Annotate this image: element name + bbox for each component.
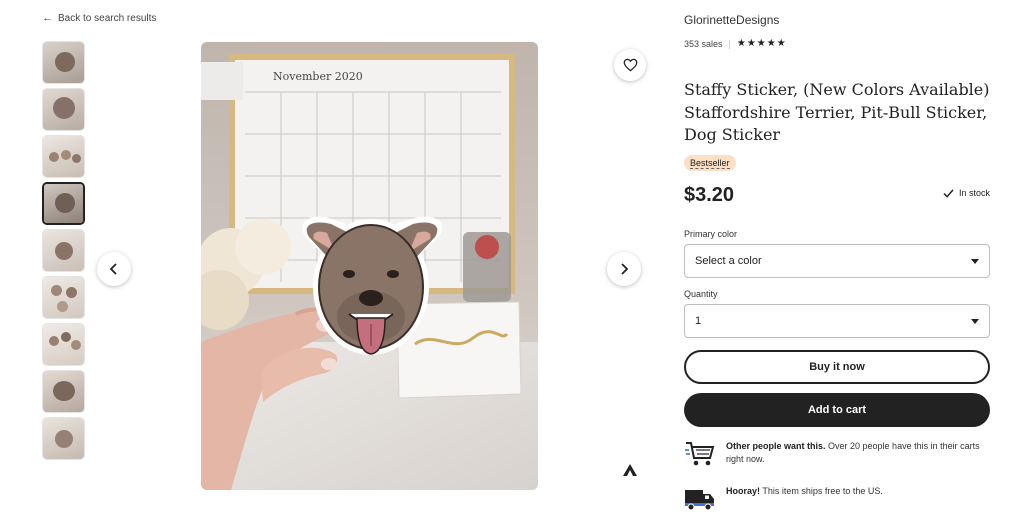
shipping-bold: Hooray! <box>726 486 761 496</box>
product-main-image: November 2020 <box>201 42 538 490</box>
primary-color-select[interactable]: Select a color <box>684 244 990 278</box>
thumbnail-6[interactable] <box>42 276 85 319</box>
cart-icon <box>685 442 715 466</box>
chevron-right-icon <box>621 263 629 275</box>
badge-label: Bestseller <box>690 158 730 169</box>
stock-label: In stock <box>958 188 990 198</box>
heart-icon <box>623 58 637 72</box>
check-icon <box>943 188 954 198</box>
thumbnail-strip <box>42 41 86 464</box>
product-price: $3.20 <box>684 184 735 206</box>
primary-color-value: Select a color <box>695 255 762 267</box>
star-rating-icon[interactable]: ★★★★★ <box>737 38 787 49</box>
shipping-notice: Hooray! This item ships free to the US. <box>684 485 990 513</box>
quantity-select[interactable]: 1 <box>684 304 990 338</box>
thumbnail-2[interactable] <box>42 88 85 131</box>
back-to-search-link[interactable]: ← Back to search results <box>42 12 156 24</box>
thumbnail-7[interactable] <box>42 323 85 366</box>
thumbnail-8[interactable] <box>42 370 85 413</box>
demand-bold: Other people want this. <box>726 441 826 451</box>
add-to-cart-button[interactable]: Add to cart <box>684 393 990 427</box>
back-link-label: Back to search results <box>58 12 157 24</box>
thumbnail-5[interactable] <box>42 229 85 272</box>
product-title: Staffy Sticker, (New Colors Available) S… <box>684 80 990 144</box>
truck-icon <box>685 490 714 511</box>
sales-count: 353 sales <box>684 38 723 49</box>
demand-notice: Other people want this. Over 20 people h… <box>684 440 990 468</box>
divider: | <box>728 38 731 49</box>
buy-it-now-button[interactable]: Buy it now <box>684 350 990 384</box>
shop-name-link[interactable]: GlorinetteDesigns <box>684 13 779 27</box>
demand-text: Other people want this. Over 20 people h… <box>726 440 990 466</box>
caret-down-icon <box>971 258 979 264</box>
thumbnail-1[interactable] <box>42 41 85 84</box>
quantity-label: Quantity <box>684 289 718 299</box>
arrow-left-icon: ← <box>42 12 53 24</box>
thumbnail-3[interactable] <box>42 135 85 178</box>
quantity-value: 1 <box>695 315 702 327</box>
next-image-button[interactable] <box>607 252 641 286</box>
calendar-month-text: November 2020 <box>273 70 363 83</box>
report-flag-icon[interactable] <box>622 462 638 478</box>
caret-down-icon <box>971 318 979 324</box>
primary-color-label: Primary color <box>684 229 738 239</box>
bestseller-badge[interactable]: Bestseller <box>684 155 736 171</box>
previous-image-button[interactable] <box>97 252 131 286</box>
favorite-button[interactable] <box>614 49 646 81</box>
shipping-text: Hooray! This item ships free to the US. <box>726 485 883 498</box>
thumbnail-4[interactable] <box>42 182 85 225</box>
stock-status: In stock <box>943 188 990 198</box>
thumbnail-9[interactable] <box>42 417 85 460</box>
shop-sales-row: 353 sales | ★★★★★ <box>684 38 787 49</box>
chevron-left-icon <box>109 263 117 275</box>
shipping-detail: This item ships free to the US. <box>760 486 883 496</box>
